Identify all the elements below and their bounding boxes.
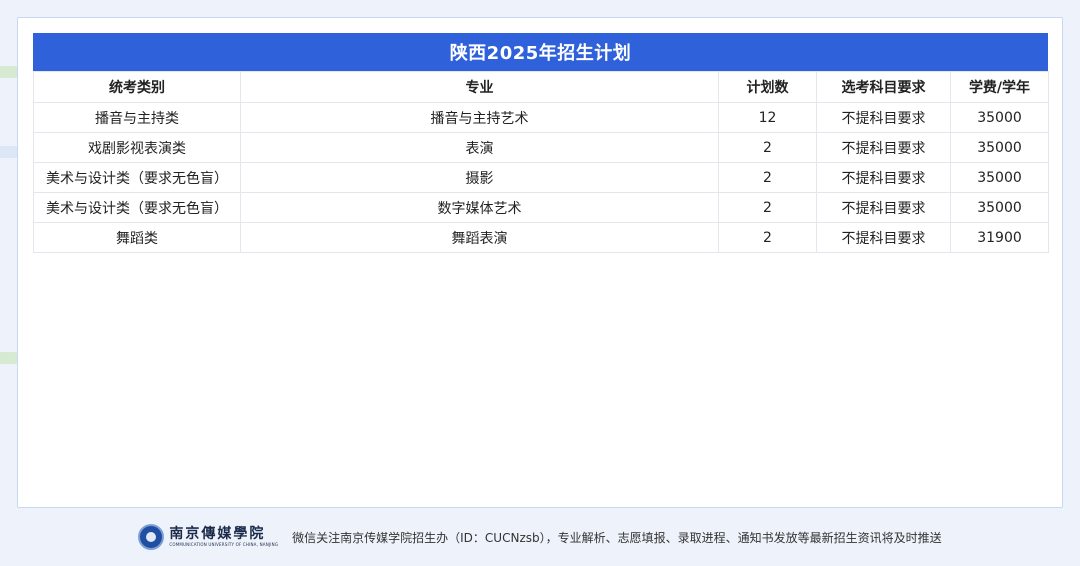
- category-cell: 播音与主持类: [33, 102, 241, 133]
- subject-requirement-cell: 不提科目要求: [816, 132, 951, 163]
- footer-notice: 微信关注南京传媒学院招生办（ID：CUCNzsb），专业解析、志愿填报、录取进程…: [292, 530, 942, 545]
- category-cell: 舞蹈类: [33, 222, 241, 253]
- quota-cell: 12: [718, 102, 817, 133]
- subject-requirement-cell: 不提科目要求: [816, 222, 951, 253]
- subject-requirement-cell: 不提科目要求: [816, 102, 951, 133]
- school-emblem-icon: [138, 524, 165, 550]
- logo-english-name: COMMUNICATION UNIVERSITY OF CHINA, NANJI…: [169, 542, 279, 547]
- footer: 南京傳媒學院 COMMUNICATION UNIVERSITY OF CHINA…: [0, 517, 1080, 557]
- table-title: 陕西2025年招生计划: [33, 33, 1048, 71]
- school-logo: 南京傳媒學院 COMMUNICATION UNIVERSITY OF CHINA…: [138, 524, 278, 550]
- major-cell: 舞蹈表演: [240, 222, 719, 253]
- admission-plan-table: 陕西2025年招生计划 统考类别 专业 计划数 选考科目要求 学费/学年 播音与…: [33, 33, 1049, 253]
- header-row: 统考类别 专业 计划数 选考科目要求 学费/学年: [33, 71, 1049, 103]
- column-header: 计划数: [718, 71, 817, 103]
- content-card: 陕西2025年招生计划 统考类别 专业 计划数 选考科目要求 学费/学年 播音与…: [17, 17, 1063, 508]
- table-row: 舞蹈类 舞蹈表演 2 不提科目要求 31900: [33, 222, 1049, 253]
- major-cell: 摄影: [240, 162, 719, 193]
- category-cell: 戏剧影视表演类: [33, 132, 241, 163]
- major-cell: 播音与主持艺术: [240, 102, 719, 133]
- plan-table: 统考类别 专业 计划数 选考科目要求 学费/学年 播音与主持类 播音与主持艺术 …: [33, 71, 1049, 253]
- tuition-cell: 35000: [950, 192, 1049, 223]
- table-row: 美术与设计类（要求无色盲） 数字媒体艺术 2 不提科目要求 35000: [33, 192, 1049, 223]
- column-header: 选考科目要求: [816, 71, 951, 103]
- tuition-cell: 35000: [950, 162, 1049, 193]
- major-cell: 表演: [240, 132, 719, 163]
- table-row: 戏剧影视表演类 表演 2 不提科目要求 35000: [33, 132, 1049, 163]
- column-header: 统考类别: [33, 71, 241, 103]
- quota-cell: 2: [718, 162, 817, 193]
- subject-requirement-cell: 不提科目要求: [816, 192, 951, 223]
- major-cell: 数字媒体艺术: [240, 192, 719, 223]
- column-header: 专业: [240, 71, 719, 103]
- quota-cell: 2: [718, 192, 817, 223]
- logo-chinese-name: 南京傳媒學院: [169, 526, 266, 542]
- tuition-cell: 35000: [950, 132, 1049, 163]
- table-row: 美术与设计类（要求无色盲） 摄影 2 不提科目要求 35000: [33, 162, 1049, 193]
- column-header: 学费/学年: [950, 71, 1049, 103]
- tuition-cell: 35000: [950, 102, 1049, 133]
- tuition-cell: 31900: [950, 222, 1049, 253]
- subject-requirement-cell: 不提科目要求: [816, 162, 951, 193]
- quota-cell: 2: [718, 222, 817, 253]
- quota-cell: 2: [718, 132, 817, 163]
- category-cell: 美术与设计类（要求无色盲）: [33, 192, 241, 223]
- category-cell: 美术与设计类（要求无色盲）: [33, 162, 241, 193]
- table-row: 播音与主持类 播音与主持艺术 12 不提科目要求 35000: [33, 102, 1049, 133]
